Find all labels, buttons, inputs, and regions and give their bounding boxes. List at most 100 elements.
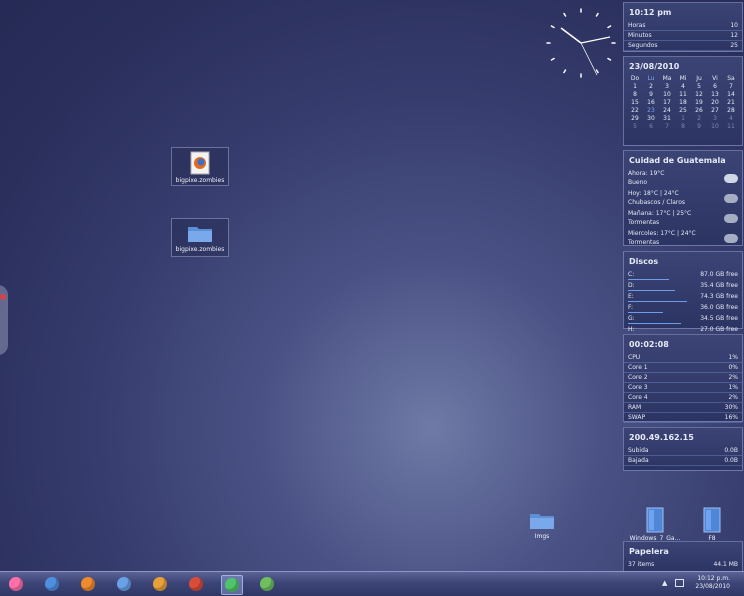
calendar-day[interactable]: 27 [707,107,723,115]
calendar-day[interactable]: 4 [675,83,691,91]
calendar-day[interactable]: 5 [691,83,707,91]
calendar-day[interactable]: 19 [691,99,707,107]
winamp-icon-glyph [153,577,167,591]
disk-usage-bar [628,279,670,280]
desktop-icon-imgs-folder[interactable]: Imgs [514,506,570,540]
clock-widget[interactable]: 10:12 pm Horas 10 Minutos 12 Segundos 25 [623,2,743,52]
calendar-day[interactable]: 29 [627,115,643,123]
weather-condition: Tormentas [628,219,660,226]
calendar-day[interactable]: 17 [659,99,675,107]
calendar-weekday: Sa [727,75,735,82]
network-row-value: 0.0B [724,447,738,454]
weather-widget[interactable]: Cuidad de Guatemala Ahora: 19°C Bueno Hoy:… [623,150,743,246]
calendar-day[interactable]: 24 [659,107,675,115]
system-row-value: 1% [728,384,738,391]
calendar-day[interactable]: 25 [675,107,691,115]
clock-row-value: 25 [730,42,738,49]
calendar-day[interactable]: 6 [643,123,659,131]
tray-clock[interactable]: 10:12 p.m. 23/08/2010 [695,575,730,591]
calendar-day[interactable]: 3 [659,83,675,91]
calendar-day[interactable]: 5 [627,123,643,131]
disk-row: C: 87.0 GB free [624,270,742,279]
calendar-day[interactable]: 31 [659,115,675,123]
disk-row: F: 36.0 GB free [624,303,742,312]
show-hidden-icons-icon[interactable]: ▲ [662,579,667,587]
start-orb-icon[interactable] [6,575,26,593]
calendar-day[interactable]: 9 [691,123,707,131]
calendar-day[interactable]: 1 [627,83,643,91]
disk-drive: D: [628,282,635,289]
calendar-day[interactable]: 23 [643,107,659,115]
calendar-day[interactable]: 4 [723,115,739,123]
desktop-icon-f8-doc[interactable]: F8 [684,504,740,542]
calendar-day[interactable]: 22 [627,107,643,115]
calendar-day[interactable]: 2 [691,115,707,123]
calendar-day[interactable]: 15 [627,99,643,107]
system-row-value: 2% [728,394,738,401]
analog-clock [546,8,616,78]
desktop-icon-folder[interactable]: bigpixe.zombies [171,218,229,257]
internet-explorer-icon[interactable] [42,575,62,593]
disk-free: 87.0 GB free [700,271,738,278]
system-row-label: RAM [628,404,642,411]
calendar-day[interactable]: 9 [643,91,659,99]
clock-row: Segundos 25 [624,41,742,51]
weather-city: Cuidad de Guatemala [629,156,726,165]
desktop-icon-firefox-file[interactable]: bigpixe.zombies [171,147,229,186]
weather-condition: Tormentas [628,239,660,246]
recycle-items: 37 items [628,561,655,568]
winamp-icon[interactable] [150,575,170,593]
weather-entry: Hoy: 18°C | 24°C Chubascos / Claros [624,189,742,207]
system-row-value: 16% [724,414,738,421]
calendar-day[interactable]: 10 [707,123,723,131]
network-row-label: Bajada [628,457,649,464]
disk-list: C: 87.0 GB free D: 35.4 GB free E: 74.3 GB fr… [624,270,742,335]
calendar-day[interactable]: 12 [691,91,707,99]
clock-row-label: Segundos [628,42,658,49]
calendar-day[interactable]: 18 [675,99,691,107]
calendar-day[interactable]: 20 [707,99,723,107]
weather-condition: Chubascos / Claros [628,199,686,206]
calendar-day[interactable]: 26 [691,107,707,115]
calendar-day[interactable]: 11 [723,123,739,131]
rain-icon [724,193,738,203]
weather-line: Hoy: 18°C | 24°C [628,190,679,197]
network-row-value: 0.0B [724,457,738,464]
desktop-icon-windows7-doc[interactable]: Windows_7_Ga... [627,504,683,542]
disks-widget[interactable]: Discos C: 87.0 GB free D: 35.4 GB free E: 74.… [623,251,743,335]
calendar-day[interactable]: 1 [675,115,691,123]
calendar-day[interactable]: 14 [723,91,739,99]
calendar-day[interactable]: 7 [659,123,675,131]
calendar-day[interactable]: 6 [707,83,723,91]
network-widget[interactable]: 200.49.162.15 Subida 0.0B Bajada 0.0B [623,427,743,471]
system-monitor-widget[interactable]: 00:02:08 CPU 1% Core 1 0% Core 2 2% Core 3 1% Co… [623,334,743,423]
document-icon [646,507,664,533]
disk-free: 34.5 GB free [700,315,738,322]
calendar-day[interactable]: 13 [707,91,723,99]
network-row: Bajada 0.0B [624,456,742,466]
disk-drive: H: [628,326,635,333]
calendar-day[interactable]: 28 [723,107,739,115]
calendar-day[interactable]: 7 [723,83,739,91]
calendar-widget[interactable]: 23/08/2010 Do Lu Ma Mi Ju Vi Sa 1 2 3 4 5 6 7 8 9 10 11 12… [623,56,743,146]
recycle-title: Papelera [629,547,669,556]
globe-icon[interactable] [257,575,277,593]
network-tray-icon[interactable] [675,579,684,587]
calendar-day[interactable]: 3 [707,115,723,123]
firefox-icon[interactable] [78,575,98,593]
heart-icon [0,294,6,300]
calendar-day[interactable]: 11 [675,91,691,99]
calendar-day[interactable]: 21 [723,99,739,107]
file-explorer-icon[interactable] [114,575,134,593]
calendar-day[interactable]: 2 [643,83,659,91]
calendar-day[interactable]: 16 [643,99,659,107]
offscreen-gadget[interactable] [0,285,8,355]
media-player-icon[interactable] [186,575,206,593]
calendar-day[interactable]: 8 [627,91,643,99]
calendar-day[interactable]: 10 [659,91,675,99]
recycle-bin-widget[interactable]: Papelera 37 items 44.1 MB [623,541,743,573]
messenger-icon[interactable] [221,575,243,595]
calendar-day[interactable]: 30 [643,115,659,123]
calendar-day[interactable]: 8 [675,123,691,131]
weather-text: Mañana: 17°C | 25°C Tormentas [628,209,691,227]
